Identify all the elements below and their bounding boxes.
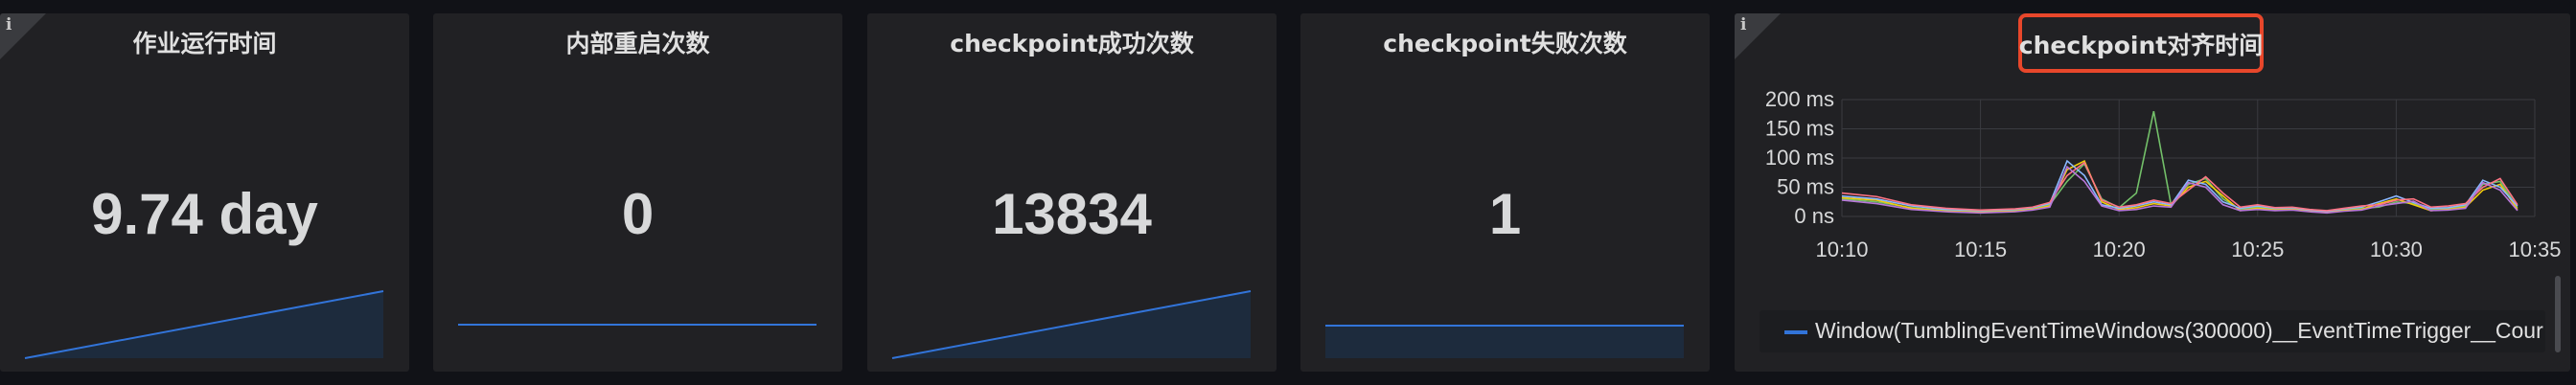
x-tick-label: 10:10 (1815, 238, 1868, 261)
sparkline-area (1325, 326, 1684, 358)
stat-panel-checkpoint-failure[interactable]: checkpoint失败次数 1 (1300, 13, 1710, 372)
y-tick-label: 0 ns (1794, 204, 1834, 228)
x-tick-label: 10:30 (2370, 238, 2423, 261)
scrollbar[interactable] (2555, 276, 2561, 352)
sparkline (458, 324, 816, 326)
stat-panel-job-runtime[interactable]: i 作业运行时间 9.74 day (0, 13, 409, 372)
x-tick-label: 10:25 (2231, 238, 2284, 261)
chart-panel-checkpoint-alignment[interactable]: i checkpoint对齐时间 0 ns 50 ms 100 ms 150 ms 20… (1735, 13, 2570, 372)
line-chart[interactable]: 0 ns 50 ms 100 ms 150 ms 200 ms 10:10 10:15 10:… (1735, 13, 2570, 301)
y-tick-label: 150 ms (1765, 117, 1834, 141)
series-line-3 (1841, 159, 2518, 213)
sparkline (24, 290, 384, 359)
stat-panel-restart-count[interactable]: 内部重启次数 0 (433, 13, 842, 372)
sparkline (891, 290, 1252, 359)
x-tick-label: 10:20 (2093, 238, 2146, 261)
stat-panel-checkpoint-success[interactable]: checkpoint成功次数 13834 (867, 13, 1276, 372)
x-tick-label: 10:35 (2508, 238, 2561, 261)
y-tick-label: 100 ms (1765, 146, 1834, 170)
legend-label[interactable]: Window(TumblingEventTimeWindows(300000)_… (1815, 318, 2543, 344)
y-tick-label: 200 ms (1765, 87, 1834, 111)
legend-swatch (1784, 330, 1807, 334)
sparkline (1325, 325, 1684, 358)
legend[interactable]: Window(TumblingEventTimeWindows(300000)_… (1760, 310, 2545, 352)
y-tick-label: 50 ms (1777, 175, 1834, 199)
x-tick-label: 10:15 (1954, 238, 2007, 261)
